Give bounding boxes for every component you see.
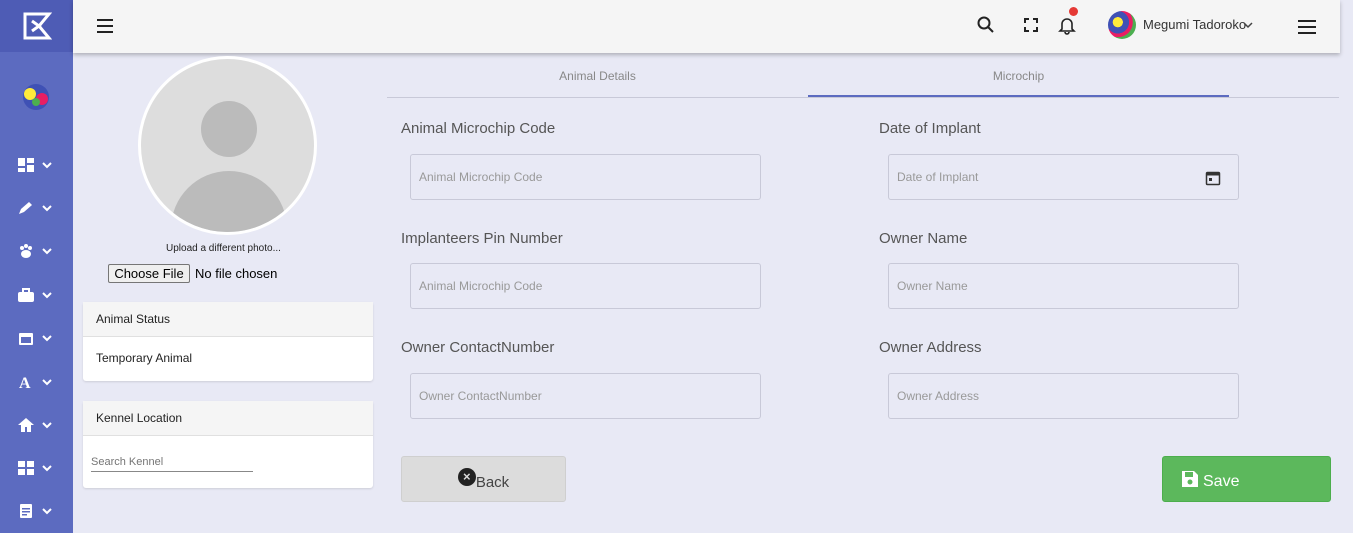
search-icon[interactable]: [976, 15, 996, 35]
animal-photo-placeholder: [138, 56, 317, 235]
microchip-code-input[interactable]: [410, 154, 761, 200]
chevron-down-icon[interactable]: [1243, 21, 1253, 29]
calendar-icon: [19, 333, 33, 345]
dashboard-icon: [18, 158, 34, 172]
chevron-down-icon: [42, 379, 52, 386]
home-icon: [18, 418, 34, 432]
kennel-location-card: Kennel Location: [83, 401, 373, 488]
upload-photo-label: Upload a different photo...: [166, 243, 281, 254]
widgets-icon: [18, 461, 34, 475]
file-status-text: No file chosen: [195, 266, 278, 281]
nav-dashboard[interactable]: [18, 155, 62, 175]
save-button[interactable]: Save: [1162, 456, 1331, 502]
font-icon: A: [19, 375, 31, 390]
owner-contact-input[interactable]: [410, 373, 761, 419]
user-avatar[interactable]: [1108, 11, 1136, 39]
app-logo[interactable]: [0, 0, 73, 52]
paw-icon: [20, 244, 32, 258]
owner-address-label: Owner Address: [879, 339, 982, 356]
close-circle-icon: ×: [457, 468, 476, 486]
chevron-down-icon: [42, 422, 52, 429]
user-name[interactable]: Megumi Tadoroko: [1143, 17, 1246, 32]
nav-work[interactable]: [18, 285, 62, 305]
date-implant-label: Date of Implant: [879, 120, 981, 137]
floppy-disk-icon: [1182, 471, 1198, 487]
save-button-label: Save: [1203, 473, 1240, 490]
owner-name-label: Owner Name: [879, 230, 968, 247]
owner-contact-label: Owner ContactNumber: [401, 339, 555, 356]
nav-edit[interactable]: [18, 198, 62, 218]
nav-calendar[interactable]: [18, 328, 62, 348]
chevron-down-icon: [42, 335, 52, 342]
search-kennel-input[interactable]: [91, 452, 253, 472]
pin-number-input[interactable]: [410, 263, 761, 309]
animal-status-title: Animal Status: [83, 302, 373, 337]
chevron-down-icon: [42, 292, 52, 299]
menu-toggle-icon[interactable]: [97, 19, 113, 33]
top-bar: Megumi Tadoroko: [73, 0, 1340, 53]
animal-status-card: Animal Status Temporary Animal: [83, 302, 373, 381]
owner-name-input[interactable]: [888, 263, 1239, 309]
nav-animals[interactable]: [18, 241, 62, 261]
chevron-down-icon: [42, 248, 52, 255]
logo-icon: [23, 12, 52, 40]
tab-microchip[interactable]: Microchip: [808, 58, 1229, 97]
pencil-icon: [19, 202, 32, 214]
date-implant-input[interactable]: [888, 154, 1239, 200]
notification-badge: [1069, 7, 1078, 16]
chevron-down-icon: [42, 465, 52, 472]
nav-home[interactable]: [18, 415, 62, 435]
chevron-down-icon: [42, 205, 52, 212]
fullscreen-icon[interactable]: [1021, 15, 1041, 35]
bell-icon[interactable]: [1057, 15, 1077, 35]
chevron-down-icon: [42, 162, 52, 169]
calendar-icon[interactable]: [1205, 170, 1221, 186]
nav-modules[interactable]: [18, 458, 62, 478]
tab-animal-details[interactable]: Animal Details: [387, 58, 808, 97]
document-icon: [20, 504, 32, 518]
nav-text[interactable]: A: [18, 372, 62, 392]
nav-avatar[interactable]: [12, 82, 60, 112]
nav-documents[interactable]: [18, 501, 62, 521]
svg-text:A: A: [19, 375, 31, 390]
tab-bar: Animal Details Microchip: [387, 58, 1339, 98]
kennel-location-title: Kennel Location: [83, 401, 373, 436]
microchip-code-label: Animal Microchip Code: [401, 120, 556, 137]
owner-address-input[interactable]: [888, 373, 1239, 419]
animal-status-value: Temporary Animal: [96, 351, 193, 365]
back-button-label: Back: [475, 473, 510, 491]
back-button[interactable]: × Back: [401, 456, 566, 502]
side-navigation: A: [0, 0, 73, 533]
briefcase-icon: [18, 288, 34, 302]
options-menu-icon[interactable]: [1298, 20, 1316, 34]
pin-number-label: Implanteers Pin Number: [401, 230, 563, 247]
choose-file-button[interactable]: Choose File: [108, 264, 190, 283]
chevron-down-icon: [42, 508, 52, 515]
